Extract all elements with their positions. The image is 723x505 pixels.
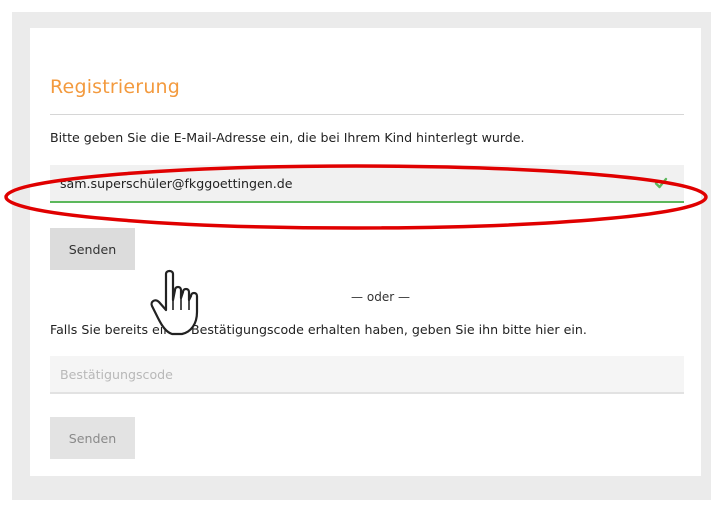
- send-email-button[interactable]: Senden: [50, 228, 135, 270]
- code-instruction: Falls Sie bereits einen Bestätigungscode…: [50, 322, 587, 337]
- form-title: Registrierung: [50, 76, 181, 98]
- confirmation-code-input[interactable]: [50, 356, 684, 394]
- email-instruction: Bitte geben Sie die E-Mail-Adresse ein, …: [50, 130, 525, 145]
- checkmark-icon: [654, 177, 668, 189]
- send-code-button[interactable]: Senden: [50, 417, 135, 459]
- or-divider: — oder —: [351, 290, 410, 304]
- email-input[interactable]: [50, 165, 684, 203]
- title-divider: [50, 114, 684, 115]
